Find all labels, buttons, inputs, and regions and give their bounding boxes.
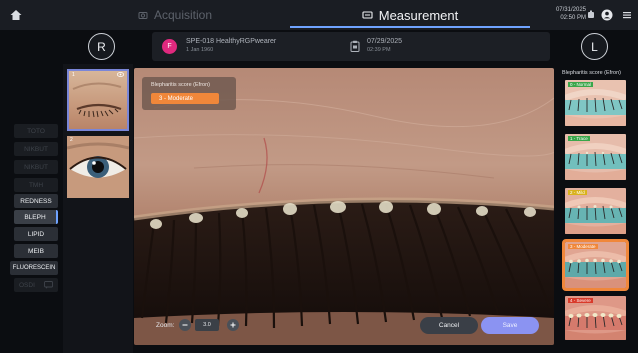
user-icon[interactable]: [601, 9, 613, 21]
avatar: F: [162, 39, 177, 54]
minus-icon: [182, 324, 188, 326]
closed-eye-image: [69, 71, 127, 129]
patient-name: SPE-018 HealthyRGPwearer: [186, 38, 277, 45]
chat-icon: [44, 281, 53, 289]
metric-label: BLEPH: [24, 213, 46, 221]
exam-time: 02:39 PM: [367, 47, 391, 53]
metric-label: LIPID: [27, 230, 45, 238]
menu-icon[interactable]: [621, 9, 633, 21]
metric-tmh[interactable]: TMH: [14, 178, 58, 192]
datetime-display: 07/31/2025 02:50 PM: [532, 6, 586, 22]
grade-option-4[interactable]: 4 - Severe: [565, 296, 626, 340]
open-eye-image: [67, 136, 129, 198]
metric-label: MEIB: [28, 247, 44, 255]
grade-overlay: Blepharitis score (Efron) 3 - Moderate: [142, 77, 236, 110]
grade-label: 2 - Mild: [568, 190, 587, 195]
patient-dob: 1 Jan 1960: [186, 47, 214, 53]
grade-label: 3 - Moderate: [568, 244, 598, 249]
grade-label: 1 - Trace: [568, 136, 590, 141]
grading-scale-title: Blepharitis score (Efron): [562, 70, 621, 76]
grade-option-3[interactable]: 3 - Moderate: [562, 239, 629, 291]
top-bar: Acquisition Measurement 07/31/2025 02:50…: [0, 0, 638, 30]
metric-label: NIKBUT: [24, 163, 48, 171]
device-icon[interactable]: [585, 9, 597, 21]
current-time: 02:50 PM: [560, 15, 586, 21]
monitor-icon: [362, 11, 373, 19]
zoom-label: Zoom:: [156, 322, 175, 329]
tab-measurement[interactable]: Measurement: [290, 0, 530, 30]
left-eye-button[interactable]: L: [581, 33, 608, 60]
right-eye-button[interactable]: R: [88, 33, 115, 60]
exam-date: 07/29/2025: [367, 38, 403, 45]
metric-label: OSDI: [19, 281, 35, 289]
metric-label: TMH: [28, 181, 44, 189]
metric-meib[interactable]: MEIB: [14, 244, 58, 258]
active-tab-indicator: [290, 26, 530, 28]
metric-osdi[interactable]: OSDI: [14, 278, 58, 292]
grade-option-2[interactable]: 2 - Mild: [565, 188, 626, 234]
zoom-in-button[interactable]: [227, 319, 239, 331]
zoom-out-button[interactable]: [179, 319, 191, 331]
patient-row: R F SPE-018 HealthyRGPwearer 1 Jan 1960 …: [0, 30, 638, 64]
thumbnail-open-eye[interactable]: 2: [67, 136, 129, 198]
metric-toto[interactable]: TOTO: [14, 124, 58, 138]
tab-label: Measurement: [378, 7, 459, 23]
metric-redness[interactable]: REDNESS: [14, 194, 58, 208]
thumbnail-closed-eye[interactable]: 1: [67, 69, 129, 131]
patient-card: F SPE-018 HealthyRGPwearer 1 Jan 1960 07…: [152, 32, 550, 61]
zoom-value[interactable]: 3.0: [195, 319, 219, 331]
grade-value-dropdown[interactable]: 3 - Moderate: [151, 93, 219, 104]
metric-fluorescein[interactable]: FLUORESCEIN: [10, 261, 58, 275]
eye-icon: [117, 72, 124, 77]
metric-bleph[interactable]: BLEPH: [14, 210, 58, 224]
thumbnail-index: 2: [70, 137, 73, 143]
tab-acquisition[interactable]: Acquisition: [60, 0, 290, 30]
camera-icon: [138, 12, 148, 19]
home-icon[interactable]: [9, 8, 23, 22]
metric-nikbut-1[interactable]: NIKBUT: [14, 142, 58, 156]
grade-label: 0 - Normal: [568, 82, 594, 87]
thumbnail-strip: 1 2: [63, 64, 133, 353]
metric-label: NIKBUT: [24, 145, 48, 153]
current-date: 07/31/2025: [555, 7, 586, 13]
save-button[interactable]: Save: [481, 317, 539, 334]
thumbnail-index: 1: [72, 72, 75, 78]
clipboard-icon: [350, 40, 360, 52]
metric-label: FLUORESCEIN: [12, 265, 56, 271]
metric-label: TOTO: [27, 127, 45, 135]
metric-lipid[interactable]: LIPID: [14, 227, 58, 241]
tab-label: Acquisition: [153, 8, 213, 22]
metric-nikbut-2[interactable]: NIKBUT: [14, 160, 58, 174]
plus-icon: [230, 322, 236, 328]
grade-option-0[interactable]: 0 - Normal: [565, 80, 626, 126]
grade-label: 4 - Severe: [568, 298, 593, 303]
grade-option-1[interactable]: 1 - Trace: [565, 134, 626, 180]
grade-title: Blepharitis score (Efron): [151, 82, 210, 88]
cancel-button[interactable]: Cancel: [420, 317, 478, 334]
metric-sidebar: TOTO NIKBUT NIKBUT TMH REDNESS BLEPH LIP…: [0, 64, 62, 353]
metric-label: REDNESS: [20, 197, 52, 205]
